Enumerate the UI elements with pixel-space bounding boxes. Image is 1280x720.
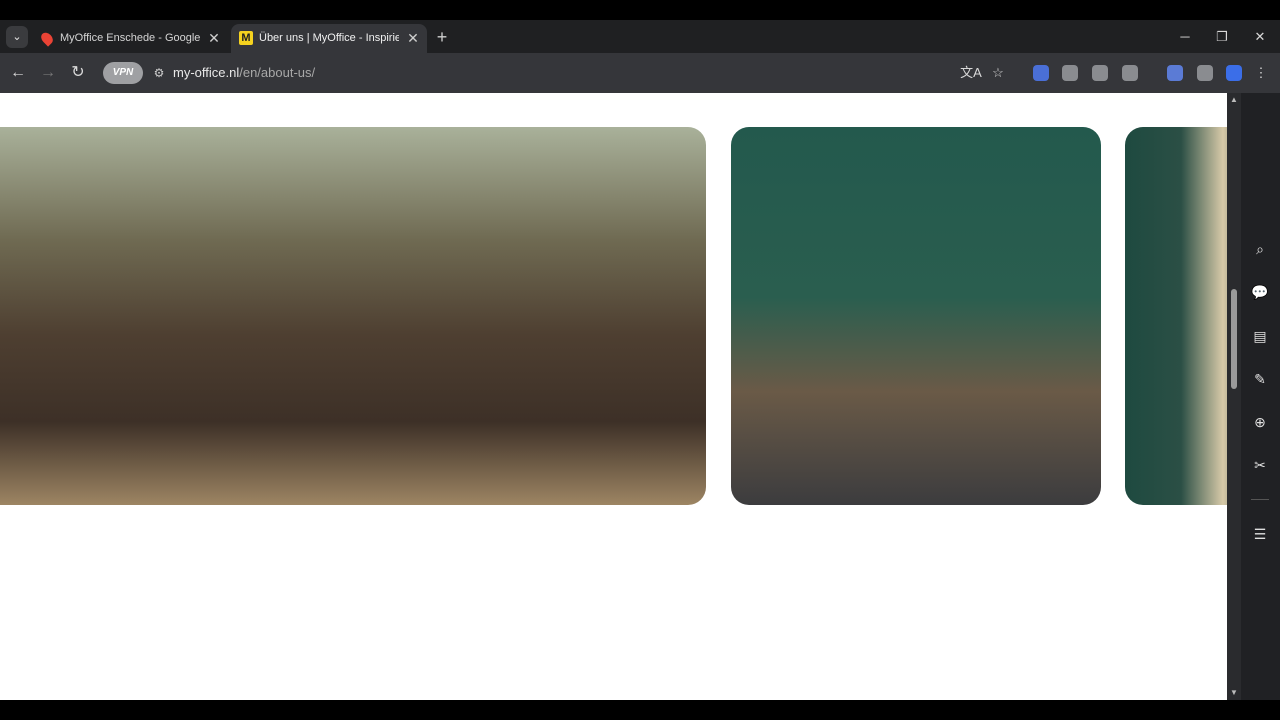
- bottom-black-band: [0, 700, 1280, 720]
- password-manager-icon[interactable]: [1226, 65, 1242, 81]
- shield-extension-icon[interactable]: [1062, 65, 1078, 81]
- tab-about-us[interactable]: M Über uns | MyOffice - Inspiriere ✕: [231, 24, 427, 53]
- customize-icon[interactable]: ☰: [1250, 524, 1270, 544]
- reading-list-icon[interactable]: ▤: [1250, 326, 1270, 346]
- gamepad-icon[interactable]: ⊕: [1250, 412, 1270, 432]
- side-panel: ⌕ 💬 ▤ ✎ ⊕ ✂ ☰: [1241, 93, 1280, 700]
- tab-strip: ⌄ MyOffice Enschede - Google M ✕ M Über …: [0, 20, 1280, 53]
- back-button[interactable]: ←: [6, 61, 30, 85]
- tools-icon[interactable]: ✂: [1250, 455, 1270, 475]
- page-scrollbar[interactable]: ▲ ▼: [1227, 93, 1241, 700]
- edit-note-icon[interactable]: ✎: [1250, 369, 1270, 389]
- translate-extension-icon[interactable]: [1033, 65, 1049, 81]
- tab-search-button[interactable]: ⌄: [6, 26, 28, 48]
- page-viewport: [0, 93, 1227, 700]
- address-bar[interactable]: ⚙ my-office.nl/en/about-us/: [146, 60, 1016, 86]
- top-black-band: [0, 0, 1280, 20]
- forward-button[interactable]: →: [36, 61, 60, 85]
- search-lens-icon[interactable]: ⌕: [1250, 239, 1270, 259]
- tab-title: MyOffice Enschede - Google M: [60, 32, 200, 44]
- bookmark-star-icon[interactable]: ☆: [986, 61, 1010, 85]
- profile-icon[interactable]: [1197, 65, 1213, 81]
- url-host: my-office.nl: [173, 65, 240, 80]
- url-path: /en/about-us/: [239, 65, 316, 80]
- browser-menu-icon[interactable]: ⋮: [1249, 61, 1273, 85]
- browser-toolbar: ← → ↻ VPN ⚙ my-office.nl/en/about-us/ 文A…: [0, 53, 1280, 93]
- myoffice-logo-icon: M: [239, 31, 253, 45]
- close-tab-icon[interactable]: ✕: [206, 24, 222, 53]
- dried-flowers-photo: [1125, 127, 1227, 505]
- vpn-button[interactable]: VPN: [103, 62, 143, 84]
- new-tab-button[interactable]: +: [432, 25, 452, 49]
- reload-button[interactable]: ↻: [66, 61, 90, 85]
- close-window-button[interactable]: ✕: [1245, 25, 1275, 49]
- restore-button[interactable]: ❐: [1207, 25, 1237, 49]
- puzzle-extensions-icon[interactable]: [1122, 65, 1138, 81]
- sidepanel-toggle-icon[interactable]: [1167, 65, 1183, 81]
- url-text[interactable]: my-office.nl/en/about-us/: [173, 60, 315, 86]
- cafe-group-photo: [0, 127, 706, 505]
- side-panel-divider: [1251, 499, 1269, 500]
- tab-myoffice-maps[interactable]: MyOffice Enschede - Google M ✕: [32, 24, 228, 53]
- scroll-up-arrow[interactable]: ▲: [1227, 93, 1241, 107]
- tab-title: Über uns | MyOffice - Inspiriere: [259, 32, 399, 44]
- chat-icon[interactable]: 💬: [1250, 282, 1270, 302]
- scroll-down-arrow[interactable]: ▼: [1227, 686, 1241, 700]
- minimize-button[interactable]: ─: [1170, 25, 1200, 49]
- scrollbar-thumb[interactable]: [1231, 289, 1237, 390]
- close-tab-icon[interactable]: ✕: [405, 24, 421, 53]
- video-extension-icon[interactable]: [1092, 65, 1108, 81]
- green-wall-group-photo: [731, 127, 1101, 505]
- site-info-icon[interactable]: ⚙: [150, 60, 168, 86]
- map-pin-icon: [38, 30, 56, 47]
- translate-icon[interactable]: 文A: [959, 61, 983, 85]
